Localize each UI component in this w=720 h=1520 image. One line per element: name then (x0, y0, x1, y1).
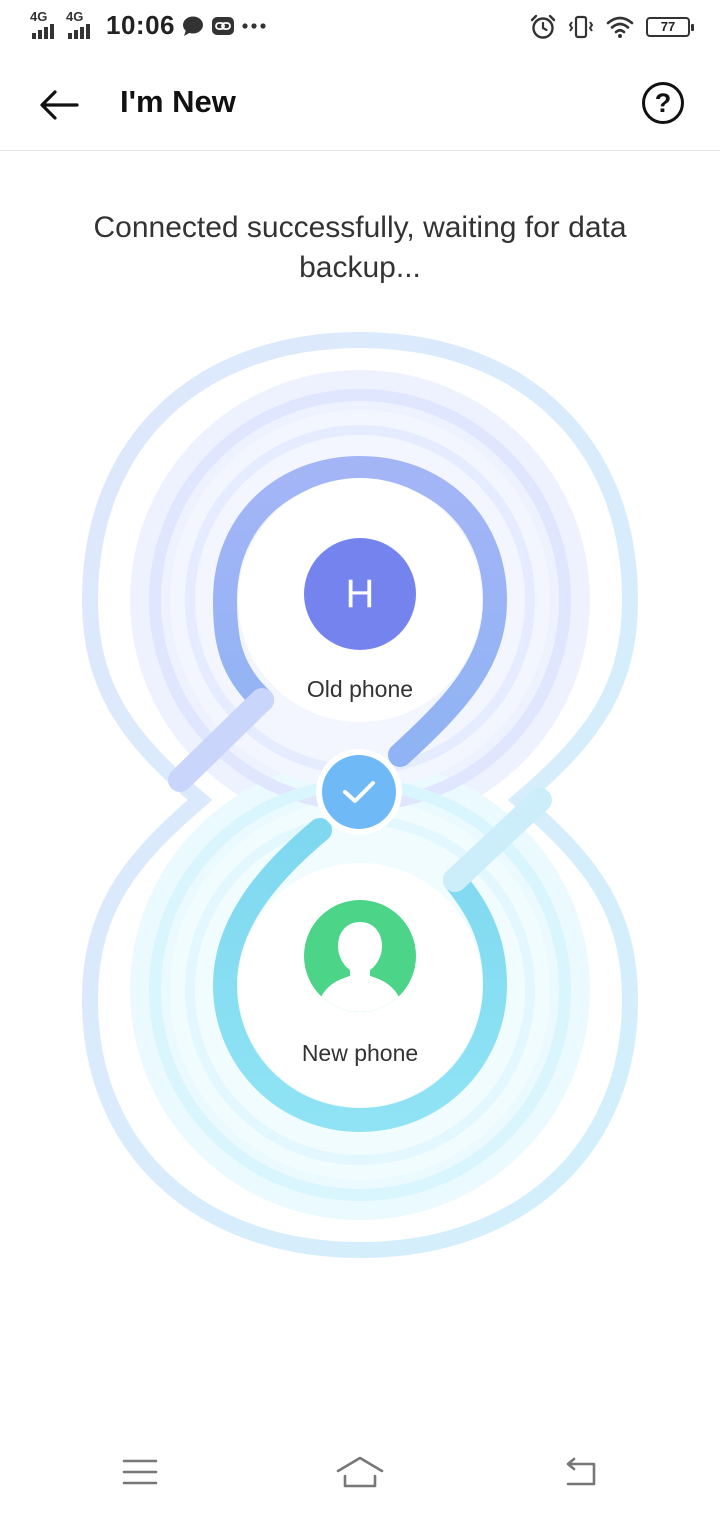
menu-icon (122, 1459, 158, 1485)
person-icon (304, 900, 416, 1012)
home-button[interactable] (330, 1444, 390, 1500)
new-phone-avatar (304, 900, 416, 1012)
connection-status-message: Connected successfully, waiting for data… (93, 211, 627, 284)
signal-icon: 4G (66, 8, 96, 41)
signal-icon: 4G (30, 8, 60, 41)
help-button[interactable]: ? (642, 82, 684, 124)
alarm-icon (530, 14, 556, 39)
network-type-label: 4G (30, 8, 48, 24)
chat-bubble-icon (183, 16, 203, 36)
connected-check-badge (316, 749, 402, 835)
back-nav-button[interactable] (550, 1444, 610, 1500)
old-phone-initial: H (345, 571, 375, 616)
battery-level: 77 (660, 19, 676, 34)
vibrate-icon (568, 15, 594, 39)
old-phone-label: Old phone (306, 676, 414, 702)
page-title: I'm New (120, 84, 236, 119)
back-button[interactable] (30, 76, 88, 134)
system-nav-bar (0, 1424, 720, 1520)
app-bar: I'm New ? (0, 56, 720, 151)
new-phone-label: New phone (301, 1040, 419, 1066)
old-phone-avatar: H (304, 538, 416, 650)
network-type-label: 4G (66, 8, 84, 24)
more-dots-icon (242, 22, 266, 29)
home-icon (336, 1456, 384, 1488)
menu-button[interactable] (110, 1444, 170, 1500)
link-icon (212, 16, 234, 35)
clock: 10:06 (106, 10, 175, 40)
question-mark-icon: ? (654, 87, 672, 118)
checkmark-icon (343, 781, 375, 803)
battery-icon: 77 (646, 17, 694, 37)
status-bar: 4G 4G 10:06 77 (0, 0, 720, 56)
arrow-left-icon (40, 90, 79, 120)
wifi-icon (606, 16, 634, 38)
back-nav-icon (566, 1457, 596, 1486)
